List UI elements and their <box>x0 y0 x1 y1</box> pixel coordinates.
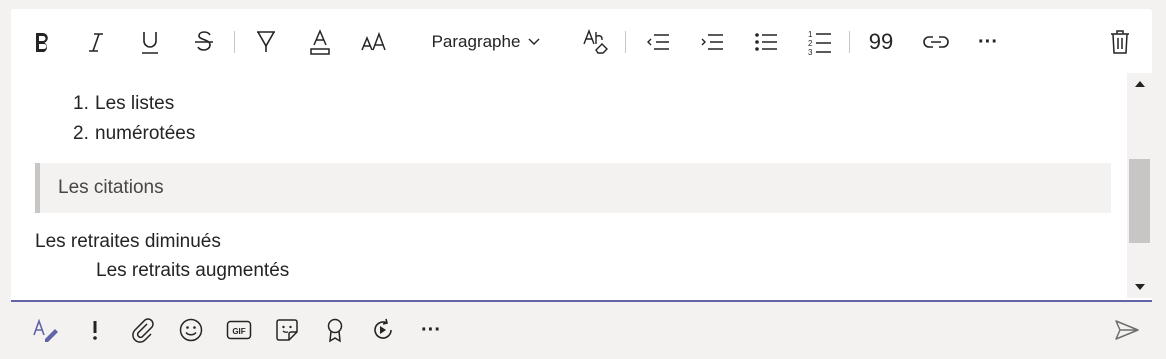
message-body[interactable]: 1. Les listes 2. numérotées Les citations … <box>11 73 1125 298</box>
loop-button[interactable] <box>365 312 401 348</box>
list-item: 2. numérotées <box>73 123 195 145</box>
list-item-text: numérotées <box>95 123 196 144</box>
font-size-icon <box>361 31 386 51</box>
svg-text:GIF: GIF <box>232 327 245 336</box>
emoji-icon <box>179 318 203 342</box>
font-color-button[interactable] <box>305 25 335 59</box>
highlight-button[interactable] <box>251 25 281 59</box>
priority-button[interactable] <box>77 312 113 348</box>
list-item-number: 2. <box>73 123 89 144</box>
format-button[interactable] <box>28 312 64 348</box>
list-item: 1. Les listes <box>73 93 174 115</box>
more-icon: ··· <box>421 318 441 341</box>
insert-link-button[interactable] <box>919 25 953 59</box>
formatting-toolbar: Paragraphe 123 99 ··· <box>11 9 1152 73</box>
compose-actions-bar: GIF ··· <box>0 304 1166 359</box>
clear-formatting-button[interactable] <box>581 25 611 59</box>
decrease-indent-button[interactable] <box>643 25 673 59</box>
link-icon <box>923 36 949 48</box>
send-button[interactable] <box>1109 312 1145 348</box>
paragraph-indented: Les retraits augmentés <box>96 260 290 281</box>
highlighter-icon <box>257 31 275 52</box>
bulleted-list-button[interactable] <box>751 25 781 59</box>
scroll-down-arrow-icon[interactable] <box>1135 284 1145 290</box>
message-compose-box[interactable]: Paragraphe 123 99 ··· 1. Les listes 2. n… <box>11 9 1152 302</box>
underline-button[interactable] <box>135 25 165 59</box>
toolbar-separator <box>234 31 235 53</box>
quote-icon: 99 <box>868 29 894 54</box>
italic-icon <box>89 33 103 52</box>
more-apps-button[interactable]: ··· <box>413 312 449 348</box>
list-item-number: 1. <box>73 93 89 114</box>
praise-button[interactable] <box>317 312 353 348</box>
clear-formatting-icon <box>583 29 608 54</box>
numbered-list-button[interactable]: 123 <box>805 25 835 59</box>
sticker-button[interactable] <box>269 312 305 348</box>
paragraph-style-label: Paragraphe <box>431 32 521 51</box>
gif-button[interactable]: GIF <box>221 312 257 348</box>
paragraph-decreased: Les retraites diminués <box>35 231 221 252</box>
quote-button[interactable]: 99 <box>866 25 896 59</box>
more-options-button[interactable]: ··· <box>973 25 1003 59</box>
discard-button[interactable] <box>1105 25 1135 59</box>
toolbar-separator <box>625 31 626 53</box>
loop-icon <box>374 318 392 339</box>
italic-button[interactable] <box>81 25 111 59</box>
underline-icon <box>142 32 158 54</box>
list-item-text: Les listes <box>95 93 175 114</box>
svg-text:1: 1 <box>808 30 813 39</box>
toolbar-separator <box>849 31 850 53</box>
strikethrough-icon <box>195 31 213 51</box>
chevron-down-icon <box>528 38 540 45</box>
praise-badge-icon <box>327 318 343 343</box>
vertical-scrollbar[interactable] <box>1127 73 1152 298</box>
exclamation-icon <box>93 321 97 340</box>
bulleted-list-icon <box>755 33 777 51</box>
svg-text:3: 3 <box>808 48 813 56</box>
blockquote: Les citations <box>35 163 1111 213</box>
trash-icon <box>1111 30 1129 54</box>
font-size-button[interactable] <box>357 25 391 59</box>
scrollbar-thumb[interactable] <box>1129 159 1150 243</box>
gif-icon: GIF <box>226 320 252 340</box>
quote-text: Les citations <box>58 177 164 198</box>
bold-button[interactable] <box>27 25 57 59</box>
strikethrough-button[interactable] <box>189 25 219 59</box>
emoji-button[interactable] <box>173 312 209 348</box>
format-pen-icon <box>33 318 58 342</box>
numbered-list-icon: 123 <box>808 30 831 56</box>
sticker-icon <box>276 319 298 341</box>
paragraph-style-dropdown[interactable]: Paragraphe <box>421 25 551 59</box>
decrease-indent-icon <box>647 34 669 50</box>
attach-button[interactable] <box>125 312 161 348</box>
bold-icon <box>36 33 48 52</box>
increase-indent-button[interactable] <box>697 25 727 59</box>
send-icon <box>1115 320 1139 340</box>
more-icon: ··· <box>978 30 998 53</box>
font-color-icon <box>310 29 330 55</box>
increase-indent-icon <box>701 34 723 50</box>
scroll-up-arrow-icon[interactable] <box>1135 81 1145 87</box>
paperclip-icon <box>132 318 154 343</box>
svg-text:2: 2 <box>808 39 813 48</box>
